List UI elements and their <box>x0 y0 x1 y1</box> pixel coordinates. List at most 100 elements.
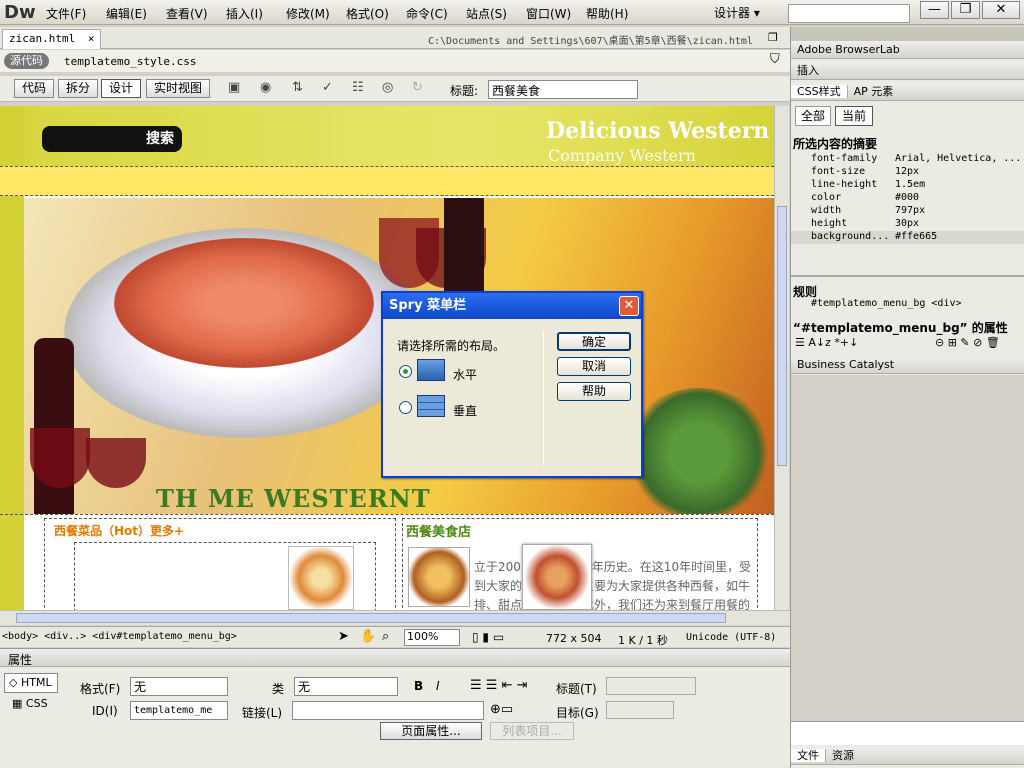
code-view-button[interactable]: 代码 <box>14 79 55 98</box>
horizontal-radio[interactable] <box>399 365 412 378</box>
summary-row[interactable]: color #000 <box>791 192 1024 205</box>
menu-site[interactable]: 站点(S) <box>466 5 507 22</box>
all-mode-button[interactable]: 全部 <box>795 106 831 126</box>
css-panel-header: CSS样式 AP 元素 <box>791 83 1024 101</box>
horizontal-scrollbar[interactable] <box>0 610 790 625</box>
css-mode-button[interactable]: ▦ CSS <box>12 697 48 710</box>
page-title-input[interactable]: 西餐美食 <box>488 80 638 99</box>
menu-commands[interactable]: 命令(C) <box>406 5 448 22</box>
window-size-icon[interactable]: ▯ ▮ ▭ <box>472 630 504 644</box>
tab-css-styles[interactable]: CSS样式 <box>791 85 848 98</box>
id-select[interactable]: templatemo_me <box>130 701 228 720</box>
menu-file[interactable]: 文件(F) <box>46 5 86 22</box>
tab-files[interactable]: 文件 <box>791 749 826 762</box>
tab-close-icon[interactable]: × <box>88 32 95 45</box>
horizontal-label[interactable]: 水平 <box>453 366 477 383</box>
live-view-button[interactable]: 实时视图 <box>146 79 211 98</box>
help-search-input[interactable] <box>788 4 910 23</box>
page-properties-button[interactable]: 页面属性... <box>380 722 482 740</box>
menu-window[interactable]: 窗口(W) <box>526 5 571 22</box>
file-management-icon[interactable]: ⇅ <box>292 80 310 96</box>
format-select[interactable]: 无 <box>130 677 228 696</box>
related-css-file[interactable]: templatemo_style.css <box>64 55 196 68</box>
format-label: 格式(F) <box>80 682 121 696</box>
document-tabs: zican.html × C:\Documents and Settings\6… <box>0 27 790 49</box>
files-panel-header: 文件 资源 <box>791 747 1024 765</box>
menu-help[interactable]: 帮助(H) <box>586 5 628 22</box>
split-view-button[interactable]: 拆分 <box>58 79 99 98</box>
insert-panel-header[interactable]: 插入 <box>791 62 1024 80</box>
tab-zican-html[interactable]: zican.html × <box>2 29 102 49</box>
html-mode-button[interactable]: ◇ HTML <box>4 673 58 693</box>
summary-row[interactable]: width 797px <box>791 205 1024 218</box>
shop-heading[interactable]: 西餐美食店 <box>406 521 471 540</box>
brand-subtitle: Company Western <box>548 146 696 165</box>
css-panel-view-icons[interactable]: ☰ A↓z *+↓ <box>795 336 858 349</box>
design-view-button[interactable]: 设计 <box>101 79 142 98</box>
target-select[interactable] <box>606 701 674 719</box>
vertical-label[interactable]: 垂直 <box>453 402 477 419</box>
current-mode-button[interactable]: 当前 <box>835 106 873 126</box>
properties-of-heading: “#templatemo_menu_bg” 的属性 <box>793 321 1008 335</box>
list-indent-icons[interactable]: ☰ ☰ ⇤ ⇥ <box>470 678 528 693</box>
minimize-button[interactable]: — <box>920 1 949 19</box>
document-toolbar: 代码 拆分 设计 实时视图 ▣ ◉ ⇅ ✓ ☷ ◎ ↻ 标题: 西餐美食 <box>0 76 790 102</box>
banner-text: TH ME WESTERNT <box>156 484 431 513</box>
pointer-tool-icon[interactable]: ➤ <box>338 629 349 644</box>
summary-row[interactable]: font-family Arial, Helvetica, ... <box>791 153 1024 166</box>
refresh-icon[interactable]: ↻ <box>412 80 430 96</box>
summary-row[interactable]: height 30px <box>791 218 1024 231</box>
zoom-tool-icon[interactable]: ⌕ <box>382 629 389 644</box>
title-field[interactable] <box>606 677 696 695</box>
summary-row[interactable]: font-size 12px <box>791 166 1024 179</box>
encoding: Unicode (UTF-8) <box>686 632 777 643</box>
w3c-validation-icon[interactable]: ✓ <box>322 80 340 96</box>
close-button[interactable]: ✕ <box>982 1 1020 19</box>
summary-row[interactable]: background... #ffe665 <box>791 231 1024 244</box>
menu-view[interactable]: 查看(V) <box>166 5 208 22</box>
vertical-scrollbar[interactable] <box>774 106 789 610</box>
dialog-close-icon[interactable]: ✕ <box>619 296 639 316</box>
source-code-button[interactable]: 源代码 <box>4 53 49 69</box>
business-catalyst-header[interactable]: Business Catalyst <box>791 356 1024 374</box>
help-button[interactable]: 帮助 <box>557 382 631 401</box>
search-button[interactable]: 搜索 <box>42 126 182 152</box>
menu-format[interactable]: 格式(O) <box>346 5 389 22</box>
vertical-radio[interactable] <box>399 401 412 414</box>
workspace-switcher[interactable]: 设计器 ▾ <box>714 4 760 21</box>
multiscreen-icon[interactable]: ▣ <box>228 80 246 96</box>
preview-browser-icon[interactable]: ◉ <box>260 80 278 96</box>
list-items-button[interactable]: 列表项目... <box>490 722 574 740</box>
restore-button[interactable]: ❐ <box>951 1 980 19</box>
title-label: 标题: <box>450 84 479 98</box>
wine-glass-3 <box>30 428 90 488</box>
css-panel-action-icons[interactable]: ⊝ ⊞ ✎ ⊘ 🗑 <box>935 336 1000 349</box>
window-size[interactable]: 772 x 504 <box>546 632 602 645</box>
hot-heading[interactable]: 西餐菜品（Hot）更多+ <box>54 522 184 539</box>
menu-modify[interactable]: 修改(M) <box>286 5 330 22</box>
filter-icon[interactable]: ⛉ <box>770 52 780 67</box>
check-browser-icon[interactable]: ☷ <box>352 80 370 96</box>
italic-button[interactable]: I <box>436 679 440 693</box>
browse-folder-icon[interactable]: ⊕▭ <box>490 702 513 717</box>
tab-assets[interactable]: 资源 <box>826 749 860 762</box>
restore-doc-icon[interactable]: ❐ <box>768 31 778 44</box>
cancel-button[interactable]: 取消 <box>557 357 631 376</box>
tab-ap-elements[interactable]: AP 元素 <box>848 85 900 98</box>
ok-button[interactable]: 确定 <box>557 332 631 351</box>
menu-edit[interactable]: 编辑(E) <box>106 5 147 22</box>
tag-selector[interactable]: <body> <div..> <div#templatemo_menu_bg> <box>2 631 237 642</box>
bold-button[interactable]: B <box>414 679 423 693</box>
link-input[interactable] <box>292 701 484 720</box>
summary-row[interactable]: line-height 1.5em <box>791 179 1024 192</box>
templatemo-menu-bg[interactable] <box>0 166 774 196</box>
visual-aids-icon[interactable]: ◎ <box>382 80 400 96</box>
browserlab-panel-header[interactable]: Adobe BrowserLab <box>791 41 1024 59</box>
dish-thumbnail-2 <box>408 547 470 607</box>
class-select[interactable]: 无 <box>294 677 398 696</box>
zoom-select[interactable]: 100% <box>404 629 460 646</box>
properties-tab[interactable]: 属性 <box>8 651 32 668</box>
hand-tool-icon[interactable]: ✋ <box>360 629 376 644</box>
rule-item[interactable]: #templatemo_menu_bg <div> <box>811 298 962 309</box>
menu-insert[interactable]: 插入(I) <box>226 5 263 22</box>
